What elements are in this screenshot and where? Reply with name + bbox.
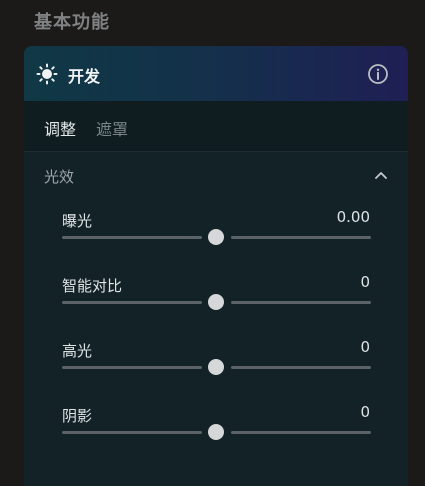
- develop-panel: 开发 调整 遮罩 光效 曝光 0.00 智能对比 0 高光 0 阴影 0: [24, 46, 408, 486]
- slider-label: 曝光: [62, 212, 93, 230]
- slider-thumb[interactable]: [208, 359, 224, 375]
- slider-smart-contrast: 智能对比 0: [24, 273, 408, 339]
- slider-track-right[interactable]: [231, 431, 371, 434]
- slider-track-right[interactable]: [231, 366, 371, 369]
- slider-thumb[interactable]: [208, 294, 224, 310]
- slider-thumb[interactable]: [208, 229, 224, 245]
- sun-icon: [36, 63, 58, 85]
- slider-track-left[interactable]: [62, 236, 202, 239]
- group-header-light[interactable]: 光效: [24, 152, 408, 198]
- panel-title: 开发: [68, 67, 101, 86]
- slider-track-left[interactable]: [62, 366, 202, 369]
- slider-value: 0: [360, 338, 370, 356]
- slider-shadows: 阴影 0: [24, 403, 408, 469]
- tab-adjust[interactable]: 调整: [44, 116, 76, 140]
- slider-value: 0.00: [336, 208, 370, 226]
- group-title: 光效: [44, 168, 75, 186]
- slider-exposure: 曝光 0.00: [24, 208, 408, 274]
- slider-label: 阴影: [62, 407, 93, 425]
- chevron-up-icon[interactable]: [374, 170, 388, 180]
- panel-header: 开发: [24, 46, 408, 101]
- slider-highlights: 高光 0: [24, 338, 408, 404]
- section-title: 基本功能: [34, 12, 110, 33]
- slider-track-right[interactable]: [231, 301, 371, 304]
- tab-bar: 调整 遮罩: [24, 101, 408, 152]
- slider-label: 高光: [62, 342, 93, 360]
- slider-track-left[interactable]: [62, 301, 202, 304]
- slider-value: 0: [360, 273, 370, 291]
- slider-track-left[interactable]: [62, 431, 202, 434]
- slider-value: 0: [360, 403, 370, 421]
- slider-label: 智能对比: [62, 277, 123, 295]
- info-icon[interactable]: [367, 63, 389, 85]
- tab-mask[interactable]: 遮罩: [96, 116, 128, 140]
- slider-track-right[interactable]: [231, 236, 371, 239]
- slider-thumb[interactable]: [208, 424, 224, 440]
